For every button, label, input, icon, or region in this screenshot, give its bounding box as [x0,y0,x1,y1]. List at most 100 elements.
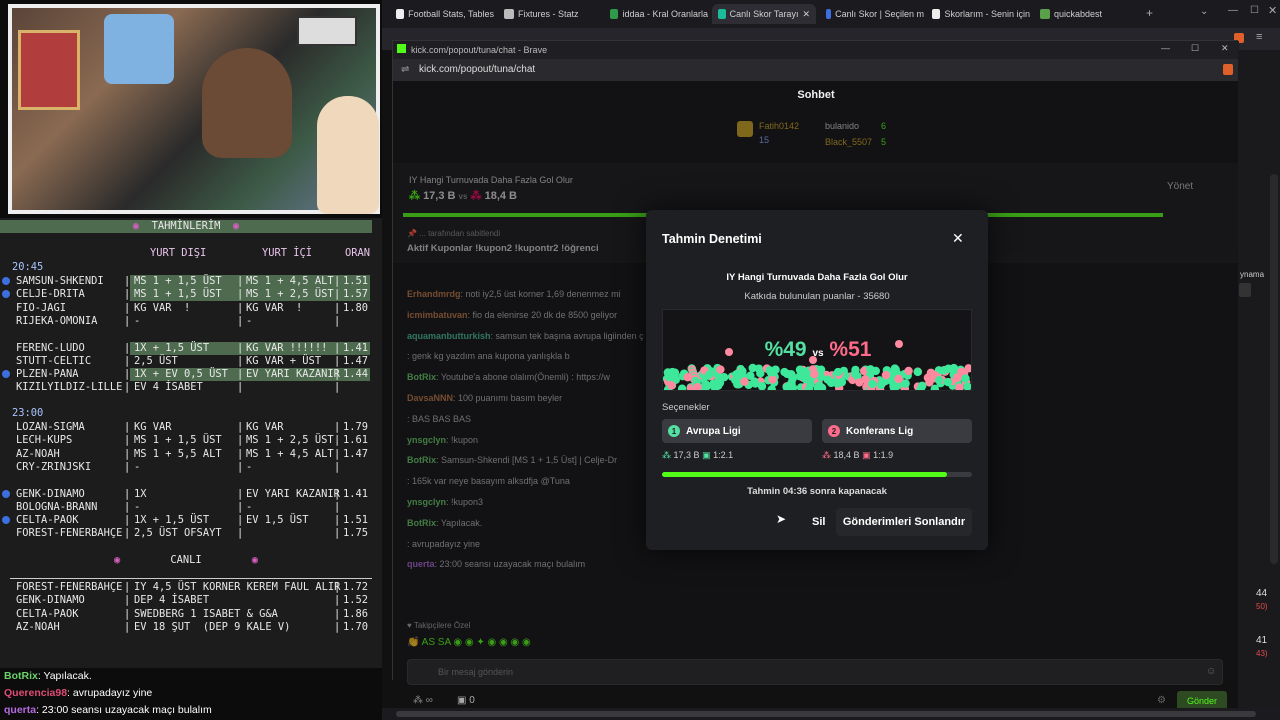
chat-username[interactable]: ynsgclyn [407,435,446,445]
pinned-by: 📌 ... tarafından sabitlendi [407,229,501,238]
pick-foreign: MS 1 + 1,5 ÜST [134,275,222,287]
bubble [918,381,927,390]
col-divider: | [237,460,244,473]
col-divider: | [237,341,244,354]
tab-favicon-icon [396,9,405,19]
chat-username[interactable]: icmimbatuvan [407,310,468,320]
chat-username[interactable]: DavsaNNN [407,393,453,403]
popup-url-bar[interactable]: ⇌ kick.com/popout/tuna/chat [393,59,1239,81]
col-divider: | [334,354,341,367]
odds-value: 1.41 [343,487,369,500]
bubble [738,367,747,376]
popup-url: kick.com/popout/tuna/chat [419,64,536,75]
emoji-icon[interactable]: ☺ [1206,666,1216,677]
chat-text: : BAS BAS BAS [407,413,472,424]
bubble [714,374,724,383]
tab-close-icon[interactable]: ✕ [802,9,810,20]
chat-message: querta: 23:00 seansı uzayacak maçı bulal… [407,559,585,569]
live-row: CELTA-PAOK | SWEDBERG 1 ISABET & G&A | 1.86 [0,608,372,621]
match-name: CRY-ZRINJSKI [16,460,92,473]
window-minimize-icon[interactable]: — [1228,5,1238,16]
popup-minimize-icon[interactable]: — [1161,43,1170,53]
tab-search-icon[interactable]: ⌄ [1200,6,1208,17]
chat-settings-icon[interactable]: ⚙ [1157,695,1166,706]
popup-shield-icon[interactable] [1223,64,1233,75]
points-icon[interactable]: ⁂ ∞ [413,695,433,706]
odds-value: 1.47 [343,447,369,460]
chat-username[interactable]: Erhandmrdg [407,289,461,299]
bubble [891,365,900,375]
chat-message: ynsgclyn: !kupon [407,435,478,445]
chat-count: ▣ 0 [457,695,475,706]
manage-button[interactable]: Yönet [1167,181,1193,192]
site-info-icon[interactable]: ⇌ [401,64,409,75]
board-row: FERENC-LUDO | 1X + 1,5 ÜST | KG VAR !!!!!! | 1… [0,341,372,355]
col-divider: | [124,381,131,394]
menu-icon[interactable]: ≡ [1256,31,1262,43]
window-maximize-icon[interactable]: ☐ [1250,5,1259,16]
chat-text: : !kupon3 [446,497,484,507]
match-name: FOREST-FENERBAHÇE [16,527,123,540]
bubble [943,377,953,387]
browser-tab[interactable]: Fixtures - Statz [498,4,602,24]
col-divider: | [334,314,341,327]
odds-value: 1.57 [343,288,369,301]
browser-tab[interactable]: Football Stats, Tables [390,4,494,24]
modal-title: Tahmin Denetimi [662,232,762,246]
live-pick: DEP 4 İSABET [134,594,210,607]
col-divider: | [124,527,131,540]
trophy-icon: ▣ [862,450,871,460]
chat-username[interactable]: BotRix [407,518,436,528]
col-divider: | [237,500,244,513]
col-divider: | [237,288,244,301]
pick-foreign: MS 1 + 1,5 ÜST [134,288,222,301]
chat-username[interactable]: BotRix [407,372,436,382]
chat-username[interactable]: aquamanbutturkish [407,331,491,341]
col-divider: | [237,275,244,287]
chat-username[interactable]: ynsgclyn [407,497,446,507]
pick-foreign: 2,5 ÜST [134,354,178,367]
bubble [784,381,794,390]
match-name: CELJE-DRITA [16,288,85,301]
pick-domestic: KG VAR !!!!!! [246,341,328,354]
emote-bar[interactable]: 👏 AS SA ◉ ◉ ✦ ◉ ◉ ◉ ◉ [407,637,607,653]
delete-button[interactable]: Sil [812,516,825,528]
match-name: LECH-KUPS [16,434,73,447]
browser-tab[interactable]: Skorlarım - Senin için [926,4,1030,24]
side-scrollbar[interactable] [1270,174,1278,564]
end-submissions-button[interactable]: Gönderimleri Sonlandır [836,508,972,536]
bubble [768,375,777,384]
chat-input-placeholder: Bir mesaj gönderin [438,667,514,677]
bubble [833,367,843,377]
col-divider: | [334,447,341,460]
side-box [1239,283,1251,297]
pick-domestic: EV YARI KAZANIR [246,368,340,381]
option-1-button[interactable]: 1 Avrupa Ligi [662,419,812,443]
percent-display: %49 vs %51 [764,338,872,361]
browser-tab[interactable]: Canlı Skor | Seçilen m [820,4,924,24]
bottom-scrollbar[interactable] [382,708,1280,720]
modal-close-icon[interactable]: ✕ [952,230,964,247]
chat-username[interactable]: BotRix [407,455,436,465]
window-close-icon[interactable]: ✕ [1268,4,1277,17]
popup-maximize-icon[interactable]: ☐ [1191,43,1199,54]
option-2-number: 2 [828,425,840,437]
pinned-message: Aktif Kuponlar !kupon2 !kupontr2 !öğrenc… [407,243,599,254]
col-divider: | [334,487,341,500]
pick-foreign: EV 4 İSABET [134,381,203,394]
col-divider: | [237,434,244,447]
browser-tab[interactable]: Canlı Skor Tarayı ✕ [712,4,816,24]
chat-text: : Samsun-Shkendi [MS 1 + 1,5 Üst] | Celj… [436,455,618,466]
chat-username[interactable]: querta [407,559,435,569]
browser-tab[interactable]: iddaa - Kral Oranlarla [604,4,708,24]
board-row: CRY-ZRINJSKI | - | - | [0,461,372,474]
popup-close-icon[interactable]: ✕ [1221,43,1229,54]
board-row: LECH-KUPS | MS 1 + 1,5 ÜST | MS 1 + 2,5 ÜST |… [0,434,372,447]
option-2-button[interactable]: 2 Konferans Lig [822,419,972,443]
jersey-frame [104,14,174,84]
chat-input[interactable]: Bir mesaj gönderin ☺ [407,659,1223,685]
live-row: AZ-NOAH | EV 18 ŞUT (DEP 9 KALE V) | 1.70 [0,621,372,634]
browser-tab[interactable]: quickabdest [1034,4,1138,24]
col-divider: | [334,594,341,607]
new-tab-icon[interactable]: + [1146,6,1153,20]
